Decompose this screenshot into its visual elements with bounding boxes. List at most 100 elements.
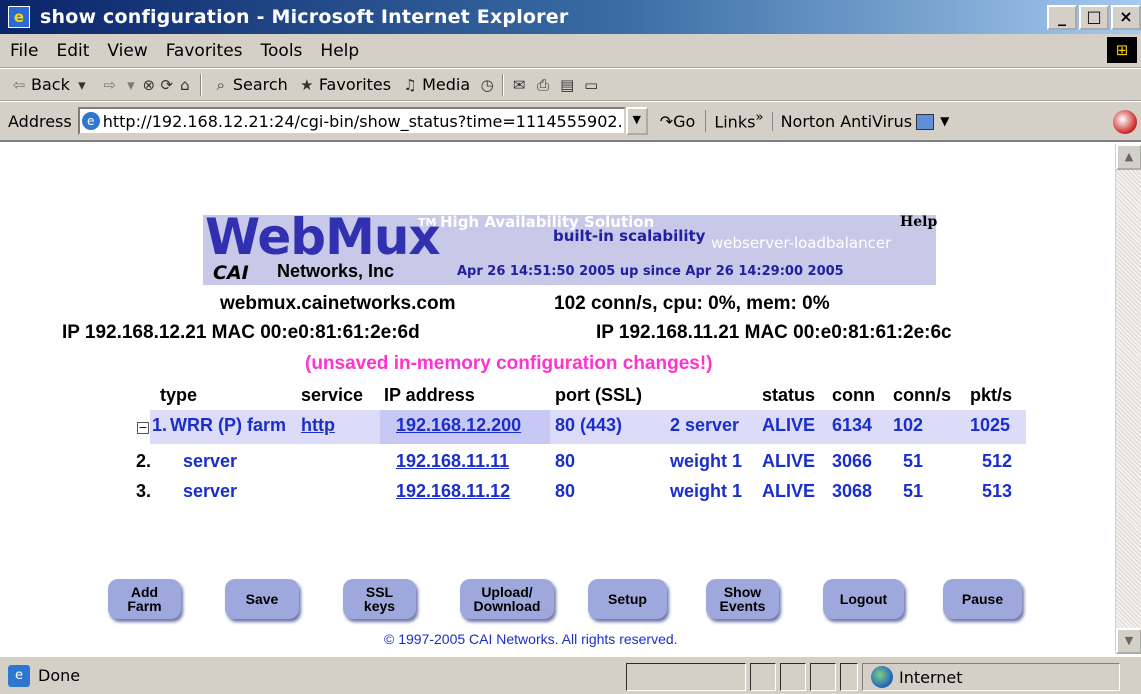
toolbar: ⇦ Back ▾ ⇨ ▾ ⊗ ⟳ ⌂ ⌕ Search ★ Favorites … bbox=[0, 69, 1141, 101]
back-button[interactable]: ⇦ Back ▾ bbox=[10, 75, 91, 94]
menu-file[interactable]: File bbox=[10, 41, 38, 61]
favorites-icon: ★ bbox=[300, 75, 314, 94]
history-icon[interactable]: ◷ bbox=[478, 76, 496, 94]
help-link[interactable]: Help bbox=[900, 214, 937, 230]
farm-ip-link[interactable]: 192.168.12.200 bbox=[396, 415, 521, 436]
col-conn: conn bbox=[832, 385, 875, 405]
refresh-icon[interactable]: ⟳ bbox=[158, 76, 176, 94]
menu-tools[interactable]: Tools bbox=[261, 41, 303, 61]
internet-zone-icon bbox=[871, 666, 893, 688]
maximize-button[interactable]: □ bbox=[1079, 5, 1109, 30]
address-url[interactable]: http://192.168.12.21:24/cgi-bin/show_sta… bbox=[103, 112, 623, 131]
save-button[interactable]: Save bbox=[225, 579, 299, 619]
toolbar-separator bbox=[199, 73, 202, 96]
menu-view[interactable]: View bbox=[107, 41, 147, 61]
address-input[interactable]: e http://192.168.12.21:24/cgi-bin/show_s… bbox=[77, 107, 626, 135]
norton-antivirus-button[interactable]: Norton AntiVirus bbox=[771, 111, 935, 131]
search-button[interactable]: ⌕ Search bbox=[212, 75, 288, 94]
edit-icon[interactable]: ▤ bbox=[558, 76, 576, 94]
favorites-button[interactable]: ★ Favorites bbox=[298, 75, 391, 94]
pause-button[interactable]: Pause bbox=[943, 579, 1022, 619]
home-icon[interactable]: ⌂ bbox=[176, 76, 194, 94]
forward-button[interactable]: ⇨ ▾ bbox=[101, 76, 140, 94]
stop-icon[interactable]: ⊗ bbox=[140, 76, 158, 94]
server-ip-link[interactable]: 192.168.11.11 bbox=[396, 451, 509, 472]
row-type: server bbox=[183, 481, 238, 501]
collapse-icon[interactable]: − bbox=[137, 422, 149, 434]
menu-edit[interactable]: Edit bbox=[56, 41, 89, 61]
setup-button[interactable]: Setup bbox=[588, 579, 667, 619]
zone-label: Internet bbox=[899, 667, 963, 687]
row-pkts: 512 bbox=[982, 451, 1013, 471]
search-icon: ⌕ bbox=[216, 75, 226, 94]
ssl-keys-button[interactable]: SSL keys bbox=[343, 579, 416, 619]
minimize-button[interactable]: _ bbox=[1047, 5, 1077, 30]
vertical-scrollbar[interactable]: ▲ ▼ bbox=[1115, 144, 1141, 654]
farm-pkts: 1025 bbox=[970, 415, 1011, 435]
row-num: 3. bbox=[136, 481, 152, 501]
status-text: Done bbox=[38, 666, 81, 685]
col-port: port (SSL) bbox=[555, 385, 642, 405]
security-zone[interactable]: Internet bbox=[862, 663, 1120, 691]
host-stats: 102 conn/s, cpu: 0%, mem: 0% bbox=[554, 293, 830, 314]
back-label: Back bbox=[31, 75, 70, 94]
row-conns: 51 bbox=[903, 451, 924, 471]
address-bar: Address e http://192.168.12.21:24/cgi-bi… bbox=[0, 102, 1141, 142]
farm-num: 1. bbox=[152, 415, 168, 435]
show-events-button[interactable]: Show Events bbox=[706, 579, 779, 619]
forward-arrow-icon: ⇨ bbox=[103, 75, 117, 94]
back-arrow-icon: ⇦ bbox=[12, 75, 26, 94]
media-icon: ♫ bbox=[403, 75, 417, 94]
favorites-label: Favorites bbox=[318, 75, 392, 94]
mail-icon[interactable]: ✉ bbox=[510, 76, 528, 94]
media-button[interactable]: ♫ Media bbox=[401, 75, 470, 94]
toolbar-separator bbox=[502, 73, 505, 96]
menu-help[interactable]: Help bbox=[320, 41, 359, 61]
hostname: webmux.cainetworks.com bbox=[220, 293, 456, 314]
go-label: Go bbox=[673, 111, 696, 131]
go-button[interactable]: ↷Go bbox=[660, 112, 696, 131]
add-farm-button[interactable]: Add Farm bbox=[108, 579, 181, 619]
row-port: 80 bbox=[555, 451, 576, 471]
row-weight: weight 1 bbox=[670, 481, 743, 501]
row-status: ALIVE bbox=[762, 451, 816, 471]
address-label: Address bbox=[8, 111, 72, 131]
status-cell bbox=[626, 663, 746, 691]
uptime-text: Apr 26 14:51:50 2005 up since Apr 26 14:… bbox=[457, 264, 844, 279]
norton-icon bbox=[916, 114, 935, 130]
status-cell bbox=[750, 663, 776, 691]
menu-favorites[interactable]: Favorites bbox=[166, 41, 243, 61]
links-toolbar[interactable]: Links» bbox=[705, 110, 764, 132]
trademark-mark: TM bbox=[418, 216, 437, 229]
col-type: type bbox=[160, 385, 198, 405]
row-port: 80 bbox=[555, 481, 576, 501]
chevron-down-icon[interactable]: ▼ bbox=[940, 114, 949, 128]
chevron-down-icon: ▾ bbox=[127, 75, 135, 94]
close-button[interactable]: × bbox=[1111, 5, 1141, 30]
col-pkts: pkt/s bbox=[970, 385, 1013, 405]
page-done-icon: e bbox=[8, 664, 30, 687]
farm-service-link[interactable]: http bbox=[301, 415, 335, 436]
farm-conn: 6134 bbox=[832, 415, 873, 435]
cai-logo: CAI bbox=[213, 262, 249, 284]
search-label: Search bbox=[232, 75, 288, 94]
col-status: status bbox=[762, 385, 816, 405]
address-dropdown-button[interactable]: ▼ bbox=[625, 107, 648, 135]
banner-subtitle: built-in scalability bbox=[553, 227, 706, 245]
discuss-icon[interactable]: ▭ bbox=[582, 76, 600, 94]
scroll-down-button[interactable]: ▼ bbox=[1116, 628, 1141, 654]
row-num: 2. bbox=[136, 451, 152, 471]
status-cell bbox=[840, 663, 858, 691]
server-ip-link[interactable]: 192.168.11.12 bbox=[396, 481, 510, 502]
company-name: Networks, Inc bbox=[277, 261, 395, 281]
page-icon: e bbox=[81, 112, 100, 130]
upload-download-button[interactable]: Upload/ Download bbox=[460, 579, 554, 619]
ie-icon: e bbox=[8, 6, 30, 28]
logout-button[interactable]: Logout bbox=[823, 579, 904, 619]
toolbar-extension-icon[interactable] bbox=[1113, 110, 1137, 134]
print-icon[interactable]: ⎙ bbox=[534, 76, 552, 94]
col-service: service bbox=[301, 385, 364, 405]
scroll-up-button[interactable]: ▲ bbox=[1116, 144, 1141, 170]
farm-servers: 2 server bbox=[670, 415, 740, 435]
interface-2: IP 192.168.11.21 MAC 00:e0:81:61:2e:6c bbox=[596, 322, 952, 343]
